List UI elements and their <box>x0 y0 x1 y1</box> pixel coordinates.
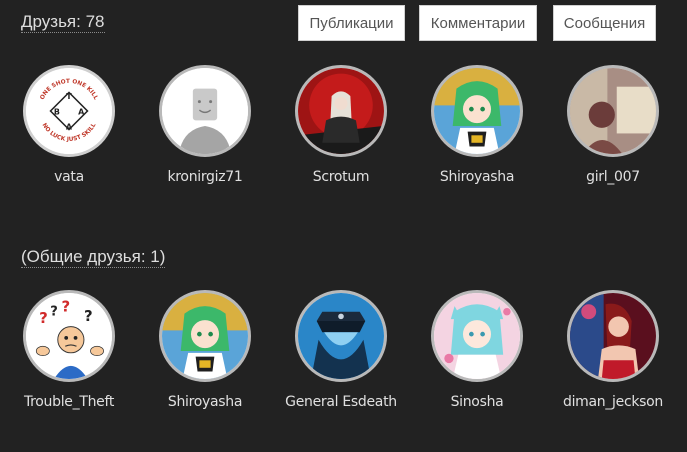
friend-card[interactable]: ? ? ? ? Trouble_Theft <box>9 290 129 410</box>
friends-count-link[interactable]: Друзья: 78 <box>21 12 105 33</box>
friend-card[interactable]: Scrotum <box>281 65 401 185</box>
friend-name[interactable]: Scrotum <box>313 169 370 185</box>
default-avatar-icon[interactable] <box>159 65 251 157</box>
anime-girl-green-hair-icon[interactable] <box>431 65 523 157</box>
svg-text:B: B <box>54 108 60 117</box>
friend-card[interactable]: diman_jeckson <box>553 290 673 410</box>
friend-name[interactable]: vata <box>54 169 84 185</box>
friend-card[interactable]: Shiroyasha <box>145 290 265 410</box>
anime-girl-cyan-hair-icon[interactable] <box>431 290 523 382</box>
svg-text:?: ? <box>50 304 58 319</box>
tab-publications[interactable]: Публикации <box>298 5 405 41</box>
anime-girl-green-hair-icon[interactable] <box>159 290 251 382</box>
friend-card[interactable]: General Esdeath <box>281 290 401 410</box>
friend-card[interactable]: girl_007 <box>553 65 673 185</box>
svg-text:A: A <box>78 108 85 117</box>
friend-card[interactable]: ONE SHOT ONE KILL NO LUCK JUST SKILL T B… <box>9 65 129 185</box>
svg-text:?: ? <box>84 307 93 325</box>
friend-name[interactable]: diman_jeckson <box>563 394 663 410</box>
svg-text:?: ? <box>39 309 48 327</box>
friend-name[interactable]: kronirgiz71 <box>167 169 242 185</box>
bta-logo-icon[interactable]: ONE SHOT ONE KILL NO LUCK JUST SKILL T B… <box>23 65 115 157</box>
red-portrait-woman-icon[interactable] <box>567 290 659 382</box>
friend-name[interactable]: General Esdeath <box>285 394 397 410</box>
confused-man-icon[interactable]: ? ? ? ? <box>23 290 115 382</box>
mutual-friends-link[interactable]: (Общие друзья: 1) <box>21 247 166 268</box>
svg-text:A: A <box>66 123 73 132</box>
tab-comments[interactable]: Комментарии <box>419 5 537 41</box>
svg-text:T: T <box>66 92 72 101</box>
friend-name[interactable]: girl_007 <box>586 169 640 185</box>
friend-card[interactable]: Shiroyasha <box>417 65 537 185</box>
friend-name[interactable]: Trouble_Theft <box>24 394 114 410</box>
friend-card[interactable]: kronirgiz71 <box>145 65 265 185</box>
red-portrait-icon[interactable] <box>295 65 387 157</box>
tab-messages[interactable]: Сообщения <box>553 5 656 41</box>
friend-name[interactable]: Shiroyasha <box>440 169 515 185</box>
friend-card[interactable]: Sinosha <box>417 290 537 410</box>
blurred-photo-icon[interactable] <box>567 65 659 157</box>
friend-name[interactable]: Sinosha <box>451 394 504 410</box>
friend-name[interactable]: Shiroyasha <box>168 394 243 410</box>
blue-uniform-icon[interactable] <box>295 290 387 382</box>
svg-text:?: ? <box>62 298 71 316</box>
